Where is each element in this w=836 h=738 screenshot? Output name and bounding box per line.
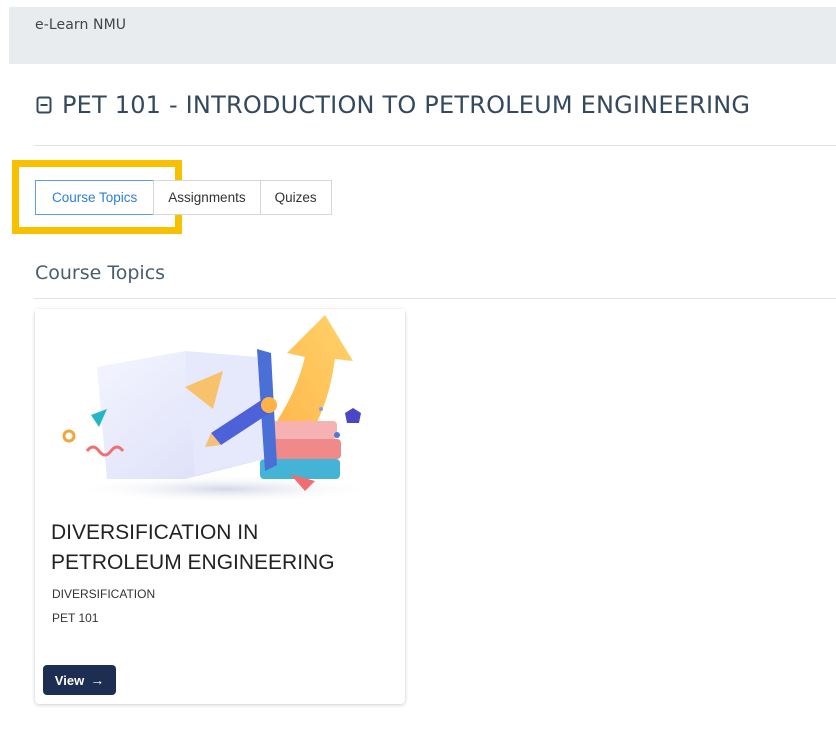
tab-quizes[interactable]: Quizes	[259, 180, 332, 215]
topic-title: DIVERSIFICATION IN PETROLEUM ENGINEERING	[51, 521, 335, 574]
topic-course-code: PET 101	[52, 611, 99, 625]
section-divider	[34, 298, 836, 299]
top-navbar: e-Learn NMU	[9, 7, 836, 64]
brand-name[interactable]: e-Learn NMU	[35, 17, 126, 33]
title-divider	[34, 145, 836, 146]
topic-card: DIVERSIFICATION IN PETROLEUM ENGINEERING…	[35, 309, 405, 704]
course-title: PET 101 - INTRODUCTION TO PETROLEUM ENGI…	[62, 91, 751, 119]
tab-course-topics[interactable]: Course Topics	[35, 180, 155, 215]
section-heading: Course Topics	[35, 262, 166, 284]
tab-assignments[interactable]: Assignments	[153, 180, 261, 215]
topic-subtitle: DIVERSIFICATION	[52, 587, 156, 601]
arrow-right-icon: →	[90, 672, 105, 688]
view-button[interactable]: View →	[43, 665, 116, 695]
topic-thumbnail-image	[35, 309, 405, 505]
book-icon	[36, 96, 52, 114]
page-title: PET 101 - INTRODUCTION TO PETROLEUM ENGI…	[36, 91, 750, 119]
course-tabs: Course Topics Assignments Quizes	[35, 180, 332, 215]
view-button-label: View	[54, 672, 85, 688]
